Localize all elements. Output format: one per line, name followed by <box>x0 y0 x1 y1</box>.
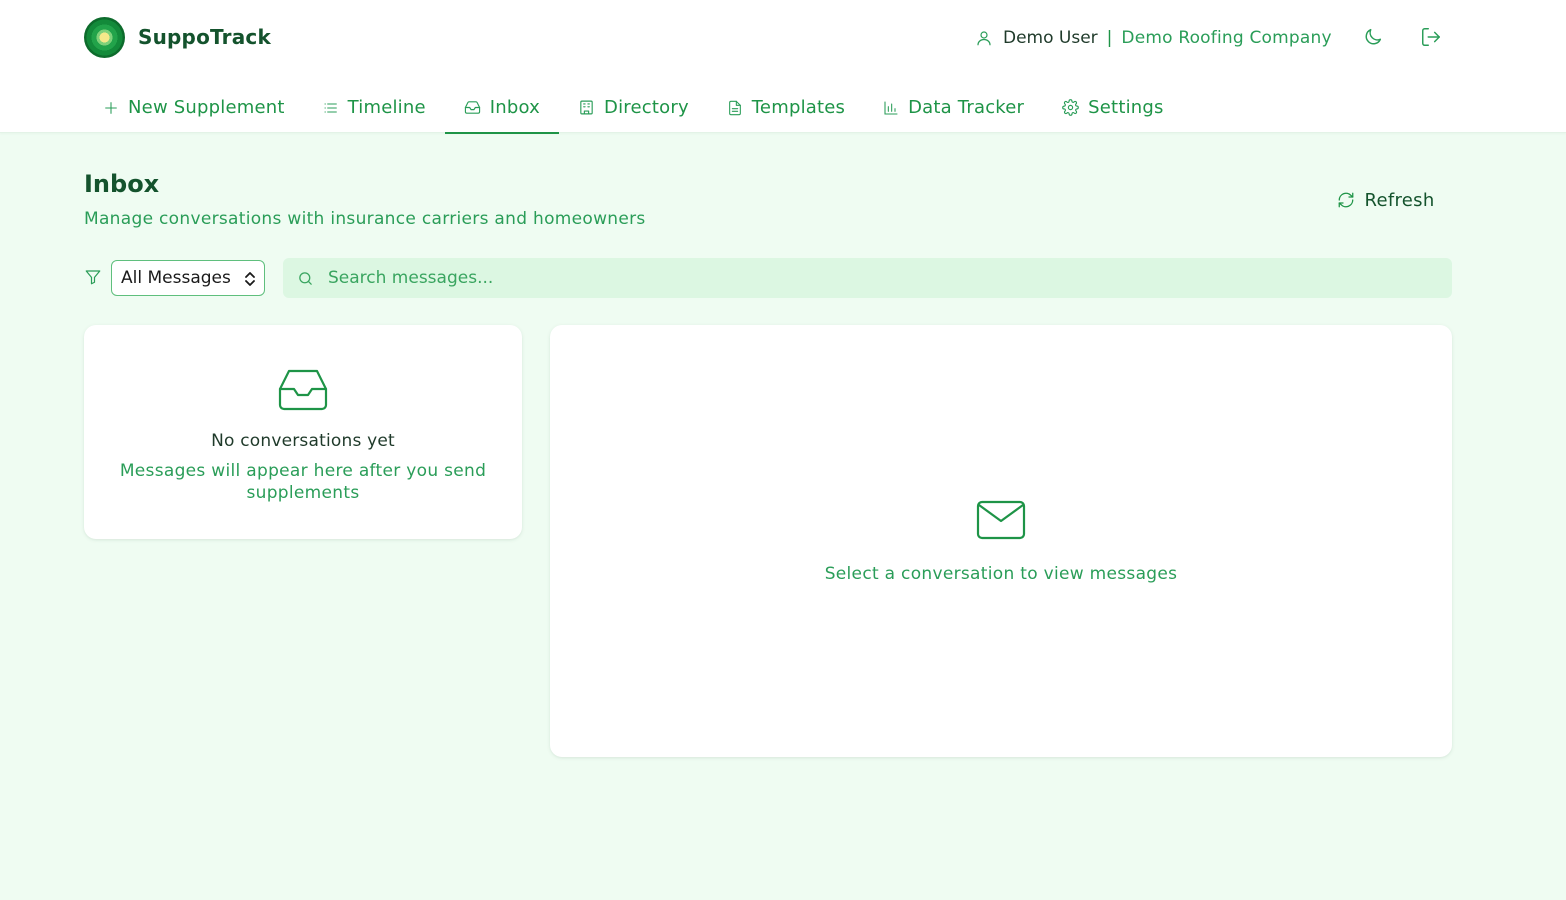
tab-label: New Supplement <box>128 97 285 118</box>
page-title: Inbox <box>84 170 160 198</box>
tab-inbox[interactable]: Inbox <box>444 82 560 134</box>
concentric-circle-logo-icon <box>84 16 125 58</box>
app-header: SuppoTrack Demo User | Demo Roofing Comp… <box>0 0 1566 134</box>
mail-icon <box>976 500 1026 540</box>
tab-label: Directory <box>604 97 689 118</box>
message-filter-select[interactable]: All Messages <box>111 260 265 296</box>
tab-new-supplement[interactable]: New Supplement <box>84 82 304 133</box>
search-icon <box>299 271 312 285</box>
message-filter-value: All Messages <box>121 268 231 288</box>
plus-icon <box>105 101 117 114</box>
gear-icon <box>1062 99 1079 116</box>
user-separator: | <box>1106 28 1113 48</box>
page-subtitle: Manage conversations with insurance carr… <box>84 209 646 229</box>
app-name: SuppoTrack <box>138 25 271 49</box>
tab-label: Settings <box>1088 97 1164 118</box>
company-name: Demo Roofing Company <box>1121 28 1332 48</box>
tab-directory[interactable]: Directory <box>559 82 708 133</box>
refresh-button[interactable]: Refresh <box>1326 182 1446 218</box>
tab-templates[interactable]: Templates <box>708 82 864 133</box>
search-box[interactable] <box>283 258 1452 298</box>
empty-state-title: No conversations yet <box>211 431 395 451</box>
tab-timeline[interactable]: Timeline <box>304 82 445 133</box>
tab-label: Templates <box>751 97 846 118</box>
bar-chart-icon <box>884 100 898 115</box>
moon-icon <box>1365 28 1382 45</box>
chevron-up-down-icon <box>245 272 255 286</box>
tab-label: Inbox <box>489 97 541 118</box>
search-input[interactable] <box>328 268 1428 288</box>
empty-state-subtitle: Messages will appear here after you send… <box>119 461 487 503</box>
refresh-icon <box>1339 192 1354 208</box>
filter-icon <box>85 270 101 285</box>
inbox-icon <box>464 101 480 114</box>
tab-label: Data Tracker <box>908 97 1025 118</box>
building-icon <box>580 100 593 115</box>
user-info: Demo User | Demo Roofing Company <box>975 24 1332 52</box>
refresh-label: Refresh <box>1364 189 1435 211</box>
tab-settings[interactable]: Settings <box>1043 82 1182 133</box>
user-icon <box>977 31 991 46</box>
user-name: Demo User <box>1003 28 1098 48</box>
inbox-tray-icon <box>278 369 328 411</box>
logout-icon <box>1422 28 1440 46</box>
conversation-detail-panel <box>550 325 1452 757</box>
tab-data-tracker[interactable]: Data Tracker <box>864 82 1043 133</box>
detail-placeholder-message: Select a conversation to view messages <box>824 564 1178 584</box>
logout-button[interactable] <box>1419 25 1443 49</box>
tab-label: Timeline <box>347 97 426 118</box>
brand[interactable]: SuppoTrack <box>84 16 271 58</box>
list-icon <box>324 102 337 113</box>
theme-toggle-button[interactable] <box>1361 25 1385 49</box>
main-nav-tabs: New Supplement Timeline Inbox Directory … <box>84 82 1183 134</box>
file-text-icon <box>728 100 741 115</box>
